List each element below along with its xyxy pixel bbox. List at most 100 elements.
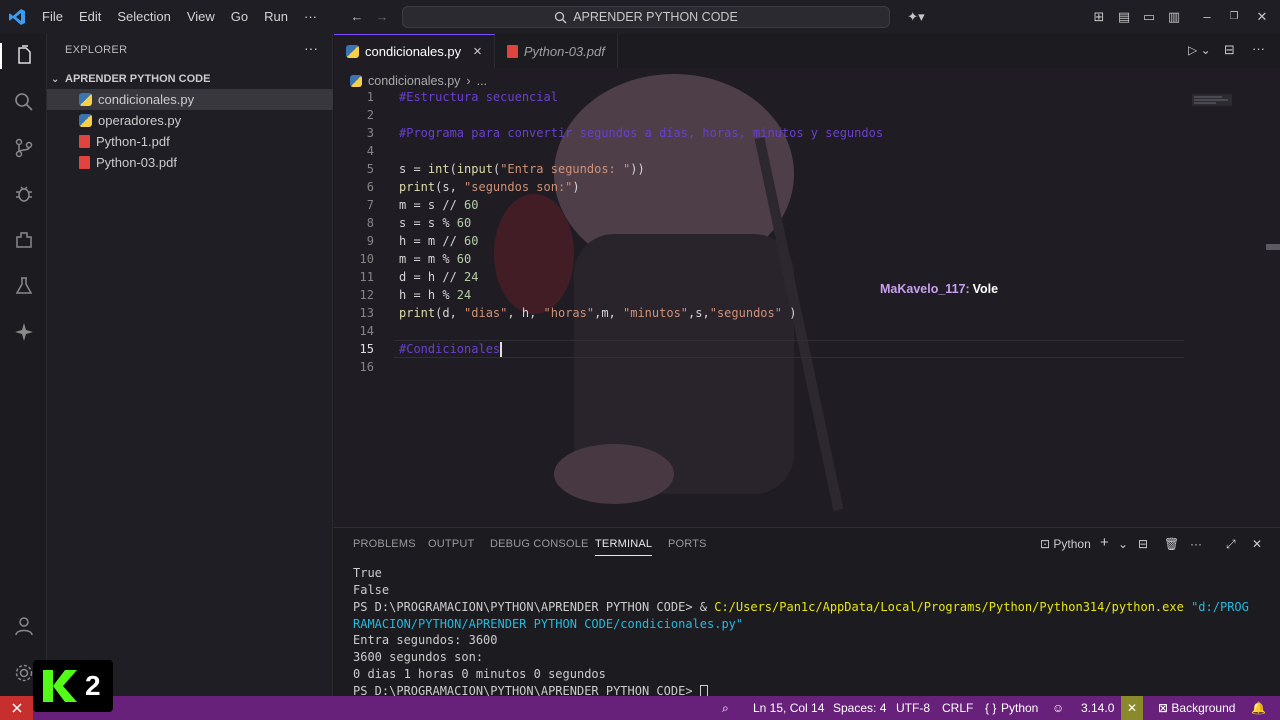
- copilot-status-icon[interactable]: ☺: [1052, 696, 1064, 720]
- split-editor-icon[interactable]: ⊟: [1224, 42, 1235, 58]
- explorer-more-button[interactable]: ···: [304, 40, 318, 56]
- editor-area: condicionales.py × Python-03.pdf ▷ ⌄ ⊟ ·…: [334, 34, 1280, 527]
- tab-ports[interactable]: PORTS: [668, 538, 707, 550]
- sparkle-icon[interactable]: [11, 319, 37, 345]
- broadcast-off-icon[interactable]: ✕: [1121, 696, 1144, 720]
- toggle-sidebar-icon[interactable]: ▤: [1116, 9, 1132, 25]
- line-number: 11: [359, 270, 374, 284]
- menu-run[interactable]: Run: [256, 0, 296, 34]
- python-version[interactable]: 3.14.0: [1081, 696, 1114, 720]
- terminal-line: False: [353, 583, 390, 597]
- run-debug-icon[interactable]: [11, 181, 37, 207]
- tab-problems[interactable]: PROBLEMS: [353, 538, 416, 550]
- minimize-icon[interactable]: –: [1199, 9, 1215, 25]
- copilot-icon[interactable]: ✦▾: [902, 9, 930, 25]
- tab-python-03-pdf[interactable]: Python-03.pdf: [495, 34, 618, 68]
- collaborator-cursor-label: MaKavelo_117: Vole: [880, 282, 998, 296]
- encoding[interactable]: UTF-8: [896, 696, 930, 720]
- python-file-icon: [346, 45, 359, 58]
- explorer-sidebar: EXPLORER ··· ⌄ APRENDER PYTHON CODE cond…: [47, 34, 333, 696]
- search-label: APRENDER PYTHON CODE: [573, 10, 738, 24]
- run-file-icon[interactable]: ▷ ⌄: [1188, 43, 1211, 57]
- menu-more[interactable]: ···: [296, 0, 325, 34]
- restore-icon[interactable]: ❐: [1226, 9, 1242, 25]
- maximize-panel-icon[interactable]: ⤢: [1226, 537, 1236, 552]
- file-name: condicionales.py: [98, 92, 195, 107]
- close-panel-icon[interactable]: ✕: [1252, 537, 1262, 551]
- extensions-icon[interactable]: [11, 227, 37, 253]
- editor-scrollbar[interactable]: [1266, 244, 1280, 250]
- new-terminal-icon[interactable]: +: [1100, 534, 1109, 551]
- code-line: #Condicionales: [399, 342, 503, 357]
- editor-more-icon[interactable]: ···: [1252, 41, 1265, 56]
- source-control-icon[interactable]: [11, 135, 37, 161]
- current-line-highlight: [394, 340, 1184, 358]
- zoom-icon[interactable]: ⌕: [722, 696, 729, 720]
- breadcrumb-more[interactable]: ...: [477, 74, 487, 88]
- breadcrumb-file[interactable]: condicionales.py: [368, 74, 460, 88]
- line-number: 4: [366, 144, 374, 158]
- tab-terminal[interactable]: TERMINAL: [595, 538, 653, 556]
- terminal-line: True: [353, 566, 382, 580]
- code-line: d = h // 24: [399, 270, 479, 284]
- forward-arrow-icon[interactable]: →: [374, 9, 390, 25]
- close-window-icon[interactable]: ✕: [1254, 9, 1270, 25]
- search-icon[interactable]: [11, 89, 37, 115]
- folder-header[interactable]: ⌄ APRENDER PYTHON CODE: [47, 68, 333, 90]
- remote-indicator-icon[interactable]: [0, 696, 33, 720]
- chevron-down-icon[interactable]: ⌄: [1118, 537, 1128, 551]
- file-item-operadores[interactable]: operadores.py: [47, 110, 333, 131]
- terminal-line: Entra segundos: 3600: [353, 633, 498, 647]
- python-file-icon: [350, 75, 362, 87]
- python-file-icon: [79, 93, 92, 106]
- accounts-icon[interactable]: [11, 613, 37, 639]
- background-status[interactable]: ⊠ Background: [1158, 696, 1235, 720]
- terminal-icon: ⊡: [1040, 537, 1051, 551]
- split-terminal-icon[interactable]: ⊟: [1138, 537, 1148, 551]
- terminal-more-icon[interactable]: ···: [1190, 537, 1202, 551]
- kill-terminal-icon[interactable]: 🗑: [1164, 537, 1179, 551]
- file-item-python-1-pdf[interactable]: Python-1.pdf: [47, 131, 333, 152]
- code-line: #Estructura secuencial: [399, 90, 558, 104]
- terminal-line: 3600 segundos son:: [353, 650, 484, 664]
- cursor-position[interactable]: Ln 15, Col 14: [753, 696, 824, 720]
- end-of-line[interactable]: CRLF: [942, 696, 973, 720]
- terminal-line: PS D:\PROGRAMACION\PYTHON\APRENDER PYTHO…: [353, 600, 1249, 614]
- k-logo-icon: [43, 670, 77, 702]
- layout-customize-icon[interactable]: ⊞: [1091, 9, 1107, 25]
- menu-file[interactable]: File: [34, 0, 71, 34]
- title-bar: File Edit Selection View Go Run ··· ← → …: [0, 0, 1280, 34]
- line-number: 2: [366, 108, 374, 122]
- tab-debug-console[interactable]: DEBUG CONSOLE: [490, 538, 589, 550]
- collaborator-name: MaKavelo_117:: [880, 282, 970, 296]
- testing-icon[interactable]: [11, 273, 37, 299]
- close-tab-icon[interactable]: ×: [473, 43, 482, 60]
- tab-output[interactable]: OUTPUT: [428, 538, 474, 550]
- menu-selection[interactable]: Selection: [109, 0, 178, 34]
- toggle-secondary-sidebar-icon[interactable]: ▥: [1166, 9, 1182, 25]
- minimap[interactable]: [1192, 94, 1232, 106]
- line-number: 15: [359, 342, 374, 356]
- terminal-selector[interactable]: ⊡ Python: [1040, 537, 1091, 551]
- code-line: m = m % 60: [399, 252, 472, 266]
- menu-view[interactable]: View: [179, 0, 223, 34]
- breadcrumb-separator-icon: ›: [466, 74, 471, 88]
- file-name: Python-03.pdf: [96, 155, 177, 170]
- menu-go[interactable]: Go: [223, 0, 256, 34]
- notifications-bell-icon[interactable]: 🔔: [1251, 696, 1266, 720]
- status-bar: ⌕ Ln 15, Col 14 Spaces: 4 UTF-8 CRLF { }…: [0, 696, 1280, 720]
- command-center-search[interactable]: APRENDER PYTHON CODE: [402, 6, 890, 28]
- toggle-panel-icon[interactable]: ▭: [1141, 9, 1157, 25]
- pdf-file-icon: [79, 156, 90, 169]
- file-item-python-03-pdf[interactable]: Python-03.pdf: [47, 152, 333, 173]
- collaborator-text: Vole: [972, 282, 999, 296]
- file-item-condicionales[interactable]: condicionales.py: [47, 89, 333, 110]
- line-number: 16: [359, 360, 374, 374]
- menu-edit[interactable]: Edit: [71, 0, 109, 34]
- back-arrow-icon[interactable]: ←: [349, 9, 365, 25]
- language-mode[interactable]: Python: [1001, 696, 1038, 720]
- explorer-icon[interactable]: [0, 43, 47, 69]
- indentation[interactable]: Spaces: 4: [833, 696, 886, 720]
- tab-condicionales[interactable]: condicionales.py ×: [334, 34, 495, 68]
- chevron-down-icon: ⌄: [51, 73, 60, 85]
